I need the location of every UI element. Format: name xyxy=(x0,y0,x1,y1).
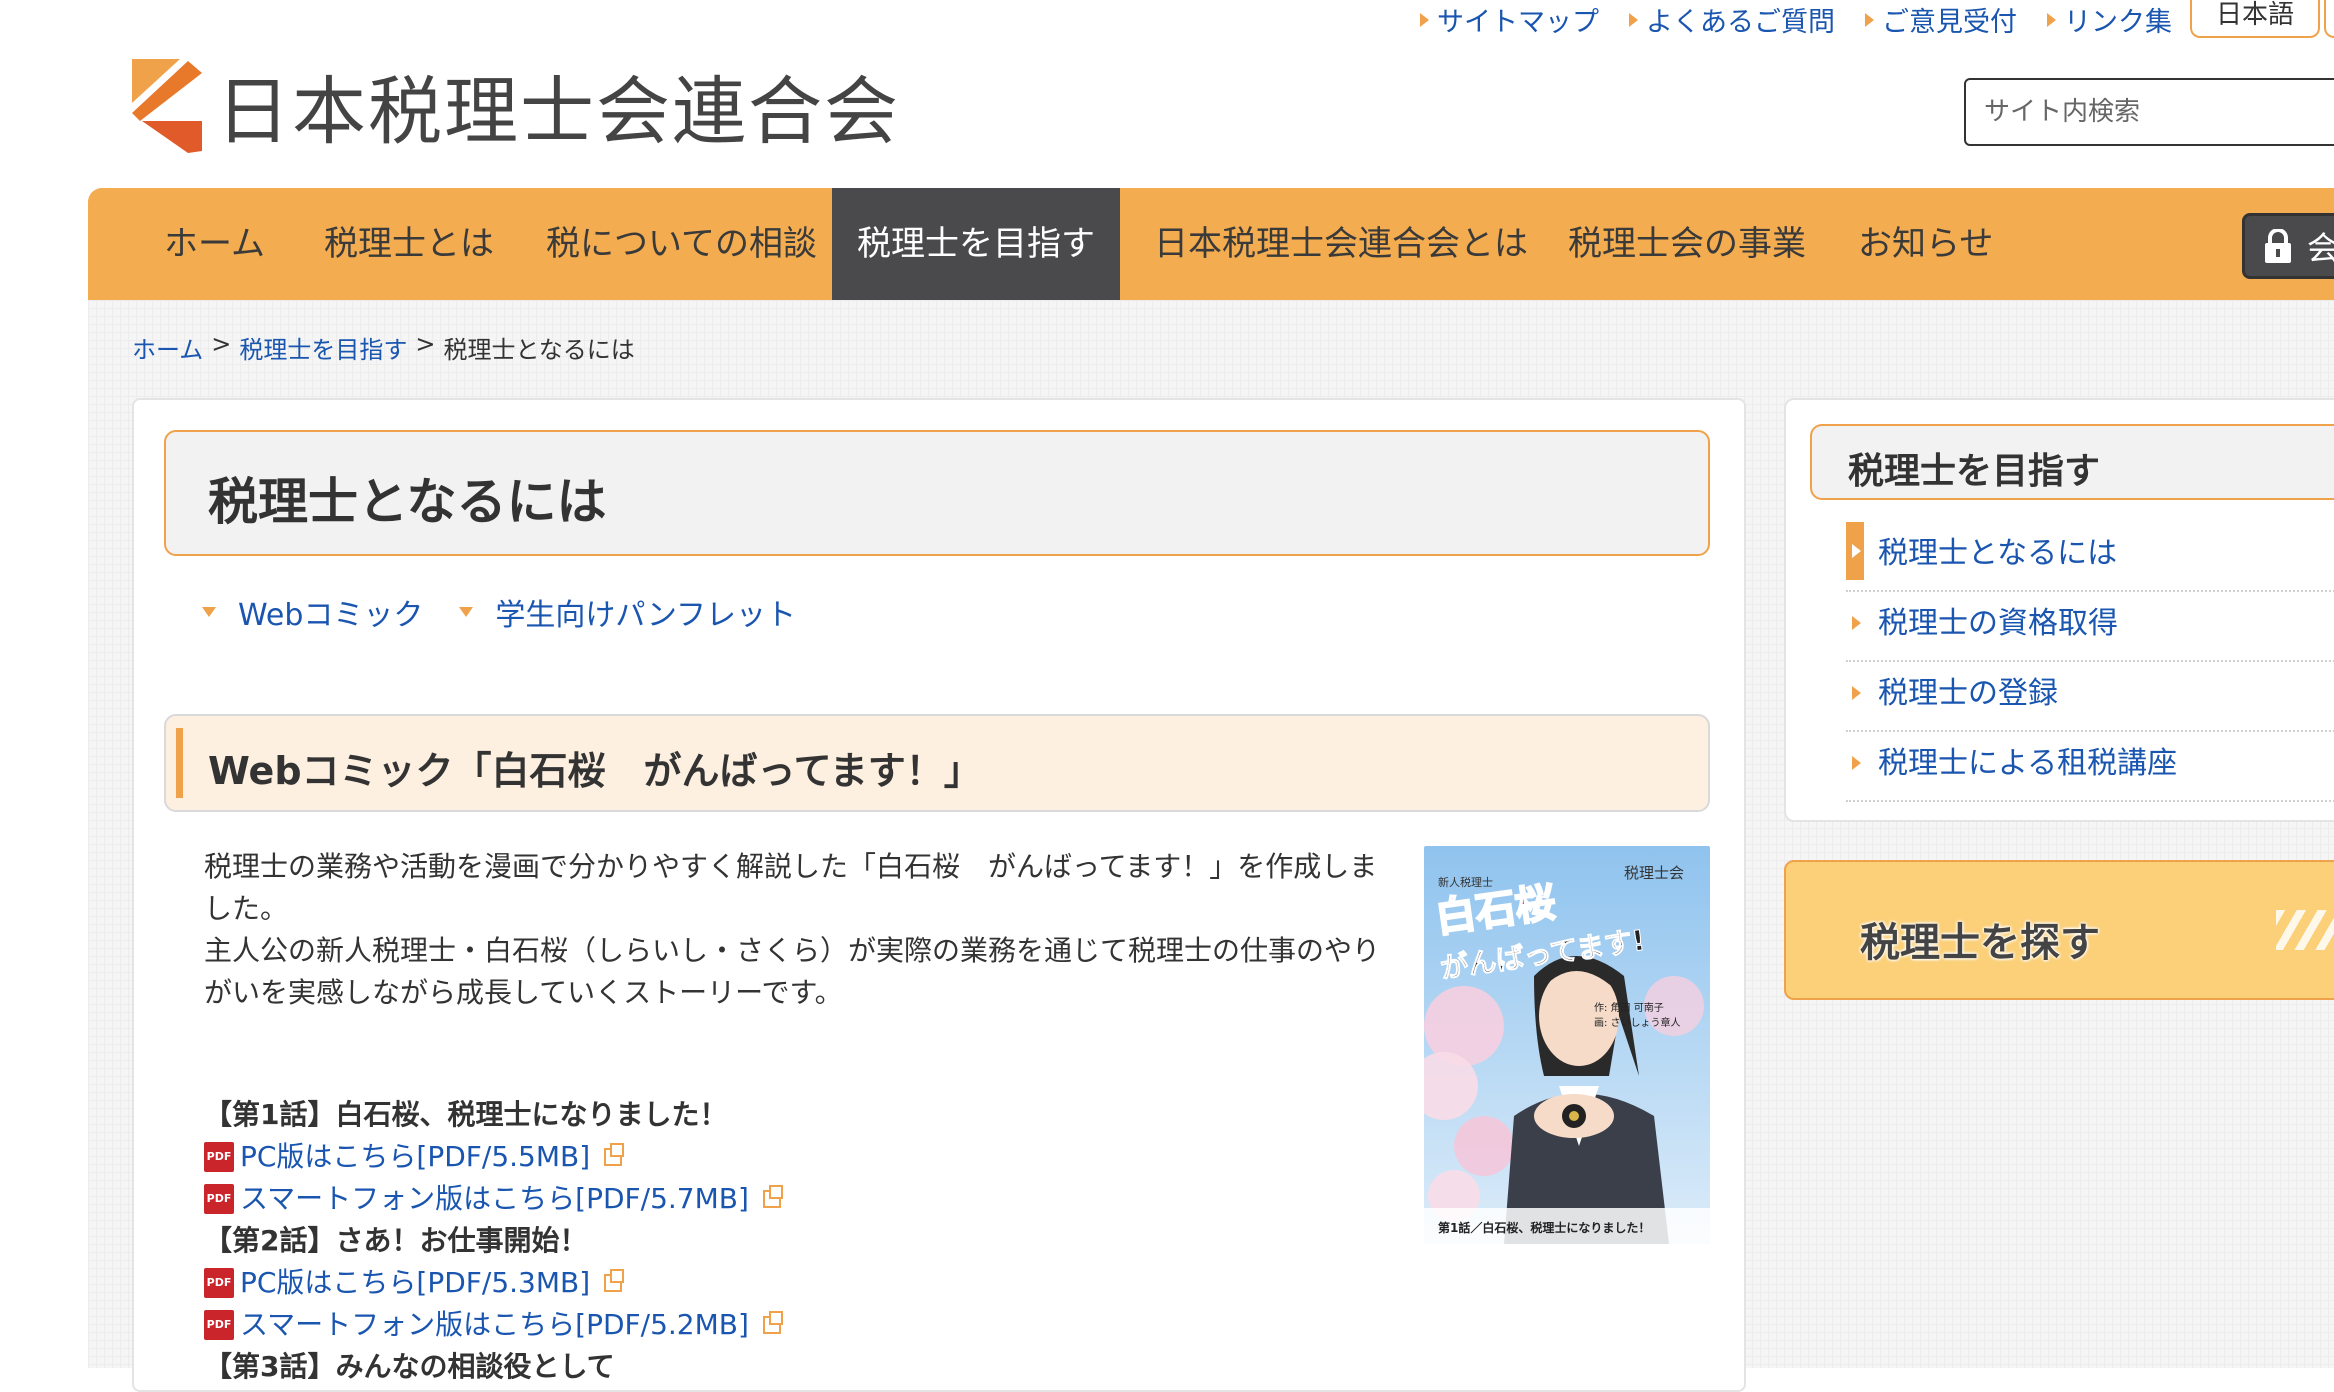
episode-title: 【第2話】さあ！お仕事開始！ xyxy=(204,1224,588,1257)
arrow-right-icon xyxy=(2047,12,2056,27)
cover-publisher: 税理士会 xyxy=(1624,864,1684,882)
anchor-student-pamphlet[interactable]: 学生向けパンフレット xyxy=(459,590,796,634)
arrow-right-icon xyxy=(1629,12,1638,27)
arrow-down-icon xyxy=(459,607,474,617)
nav-activities[interactable]: 税理士会の事業 xyxy=(1568,188,1806,300)
banner-decoration xyxy=(2276,910,2334,950)
section-heading: Webコミック「白石桜 がんばってます！」 xyxy=(164,714,1710,812)
pdf-icon: PDF xyxy=(204,1184,234,1214)
episode-list: 【第1話】白石桜、税理士になりました！ PDF PC版はこちら[PDF/5.5M… xyxy=(204,1094,783,1388)
arrow-right-icon xyxy=(1865,12,1874,27)
episode-pdf-link[interactable]: PDF スマートフォン版はこちら[PDF/5.2MB] xyxy=(204,1304,783,1346)
intro-paragraph: 税理士の業務や活動を漫画で分かりやすく解説した「白石桜 がんばってます！」を作成… xyxy=(204,850,1378,925)
member-login-button[interactable]: 会 xyxy=(2242,213,2334,279)
sidebar-title: 税理士を目指す xyxy=(1810,424,2334,500)
arrow-right-icon xyxy=(1852,686,1861,700)
nav-become-tax-accountant[interactable]: 税理士を目指す xyxy=(832,188,1120,300)
pdf-icon: PDF xyxy=(204,1142,234,1172)
lock-icon xyxy=(2265,229,2291,263)
utility-links: サイトマップ よくあるご質問 ご意見受付 リンク集 xyxy=(1420,0,2172,39)
comic-cover-image[interactable]: 税理士会 新人税理士 白石桜 がんばってます! 作: 角田 可南子 画: さいし… xyxy=(1424,846,1710,1244)
arrow-down-icon xyxy=(202,607,216,617)
nav-tax-consultation[interactable]: 税についての相談 xyxy=(546,188,817,300)
language-button[interactable]: 日本語 xyxy=(2190,0,2320,38)
global-nav: ホーム 税理士とは 税についての相談 税理士を目指す 日本税理士会連合会とは 税… xyxy=(88,188,2334,300)
feedback-link[interactable]: ご意見受付 xyxy=(1865,0,2017,39)
org-name: 日本税理士会連合会 xyxy=(216,69,900,155)
cover-caption: 第1話／白石桜、税理士になりました！ xyxy=(1438,1220,1650,1235)
intro-paragraph: 主人公の新人税理士・白石桜（しらいし・さくら）が実際の業務を通じて税理士の仕事の… xyxy=(204,934,1381,1009)
sidebar-menu: 税理士となるには 税理士の資格取得 税理士の登録 税理士による租税講座 xyxy=(1846,522,2334,802)
pdf-icon: PDF xyxy=(204,1310,234,1340)
intro-text: 税理士の業務や活動を漫画で分かりやすく解説した「白石桜 がんばってます！」を作成… xyxy=(204,846,1394,1014)
logo-mark-icon xyxy=(132,58,204,153)
breadcrumb: ホーム > 税理士を目指す > 税理士となるには xyxy=(132,330,635,365)
faq-link[interactable]: よくあるご質問 xyxy=(1629,0,1835,39)
breadcrumb-separator: > xyxy=(415,330,436,358)
breadcrumb-parent[interactable]: 税理士を目指す xyxy=(239,330,407,365)
external-link-icon xyxy=(762,1185,783,1208)
breadcrumb-current: 税理士となるには xyxy=(443,336,635,364)
links-link[interactable]: リンク集 xyxy=(2047,0,2172,39)
breadcrumb-separator: > xyxy=(211,330,232,358)
external-link-icon xyxy=(762,1311,783,1334)
episode-title: 【第1話】白石桜、税理士になりました！ xyxy=(204,1098,728,1131)
arrow-right-icon xyxy=(1852,616,1861,630)
anchor-web-comic[interactable]: Webコミック xyxy=(202,590,423,634)
arrow-right-icon xyxy=(1852,756,1861,770)
cover-tag: 新人税理士 xyxy=(1438,875,1493,889)
sidebar-item-tax-lectures[interactable]: 税理士による租税講座 xyxy=(1846,732,2334,802)
heading-accent-bar xyxy=(176,728,183,798)
nav-about-tax-accountant[interactable]: 税理士とは xyxy=(324,188,494,300)
pdf-icon: PDF xyxy=(204,1268,234,1298)
current-marker-icon xyxy=(1846,522,1864,580)
breadcrumb-home[interactable]: ホーム xyxy=(132,330,203,365)
sitemap-link[interactable]: サイトマップ xyxy=(1420,0,1599,39)
sidebar-item-qualification[interactable]: 税理士の資格取得 xyxy=(1846,592,2334,662)
nav-news[interactable]: お知らせ xyxy=(1858,188,1993,300)
episode-pdf-link[interactable]: PDF PC版はこちら[PDF/5.3MB] xyxy=(204,1262,781,1304)
site-logo[interactable]: 日本税理士会連合会 xyxy=(132,52,900,159)
episode-title: 【第3話】みんなの相談役として xyxy=(204,1350,615,1383)
nav-home[interactable]: ホーム xyxy=(164,188,265,300)
sidebar-item-registration[interactable]: 税理士の登録 xyxy=(1846,662,2334,732)
english-button[interactable] xyxy=(2324,0,2334,38)
arrow-right-icon xyxy=(1420,12,1429,27)
page-anchors: Webコミック 学生向けパンフレット xyxy=(202,590,796,634)
cover-author: 作: 角田 可南子 xyxy=(1594,1001,1664,1014)
find-tax-accountant-banner[interactable]: 税理士を探す xyxy=(1784,860,2334,1000)
cover-illustrator: 画: さいしょう章人 xyxy=(1594,1016,1681,1029)
episode-pdf-link[interactable]: PDF スマートフォン版はこちら[PDF/5.7MB] xyxy=(204,1178,783,1220)
search-input[interactable]: サイト内検索 xyxy=(1964,78,2334,146)
page-title: 税理士となるには xyxy=(164,430,1710,556)
nav-about-federation[interactable]: 日本税理士会連合会とは xyxy=(1154,188,1528,300)
episode-pdf-link[interactable]: PDF PC版はこちら[PDF/5.5MB] xyxy=(204,1136,781,1178)
external-link-icon xyxy=(604,1143,625,1166)
external-link-icon xyxy=(604,1269,625,1292)
sidebar-item-become[interactable]: 税理士となるには xyxy=(1846,522,2334,592)
